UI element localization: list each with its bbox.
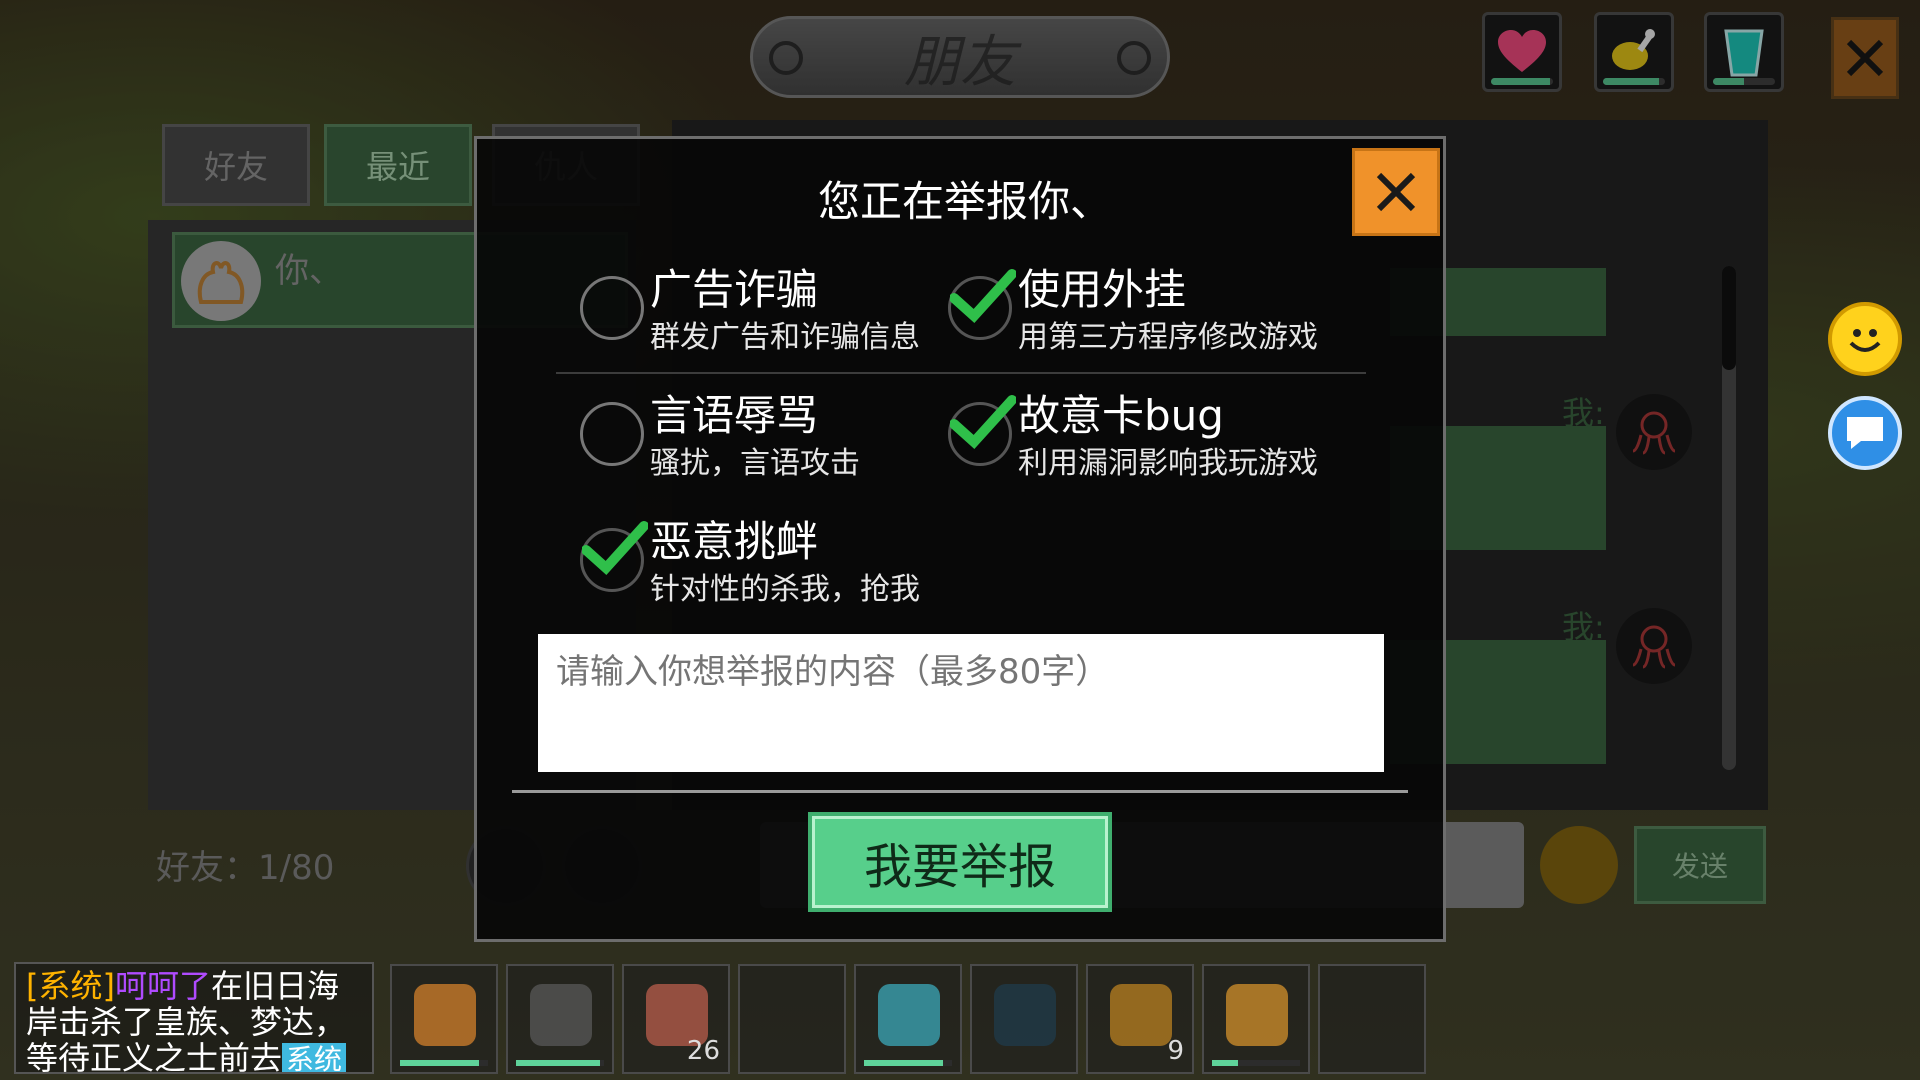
- hotbar-slot[interactable]: 26: [622, 964, 730, 1074]
- option-title: 使用外挂: [1018, 265, 1187, 314]
- divider: [512, 790, 1408, 793]
- report-option-cheating[interactable]: 使用外挂 用第三方程序修改游戏: [948, 256, 1328, 356]
- pickaxe-icon: [414, 984, 476, 1046]
- item-count: 26: [686, 1036, 720, 1066]
- durability-bar: [400, 1060, 488, 1066]
- checkmark-icon: [950, 269, 1016, 324]
- checkmark-icon: [950, 395, 1016, 450]
- option-title: 言语辱骂: [650, 391, 819, 440]
- checkmark-icon: [582, 521, 648, 576]
- report-option-verbal-abuse[interactable]: 言语辱骂 骚扰，言语攻击: [580, 382, 960, 482]
- smiley-icon[interactable]: [1828, 302, 1902, 376]
- hotbar-slot[interactable]: [854, 964, 962, 1074]
- hotbar-slot[interactable]: [1318, 964, 1426, 1074]
- option-desc: 群发广告和诈骗信息: [650, 320, 920, 355]
- hotbar-slot[interactable]: [738, 964, 846, 1074]
- submit-report-button[interactable]: 我要举报: [808, 812, 1112, 912]
- system-chat-log: [系统]呵呵了在旧日海岸击杀了皇族、梦达，等待正义之士前去 系统: [14, 962, 374, 1074]
- hotbar-slot[interactable]: [970, 964, 1078, 1074]
- submit-label: 我要举报: [863, 839, 1056, 895]
- option-checkbox[interactable]: [580, 402, 644, 466]
- spear-icon: [878, 984, 940, 1046]
- dialog-close-button[interactable]: [1352, 148, 1440, 236]
- durability-bar: [516, 1060, 604, 1066]
- divider: [556, 372, 1366, 374]
- option-desc: 用第三方程序修改游戏: [1018, 320, 1318, 355]
- hotbar-slot[interactable]: [506, 964, 614, 1074]
- hotbar-slot[interactable]: 9: [1086, 964, 1194, 1074]
- report-option-ads-fraud[interactable]: 广告诈骗 群发广告和诈骗信息: [580, 256, 960, 356]
- option-desc: 针对性的杀我，抢我: [650, 572, 920, 607]
- durability-bar: [864, 1060, 952, 1066]
- orb-icon: [994, 984, 1056, 1046]
- option-desc: 利用漏洞影响我玩游戏: [1018, 446, 1318, 481]
- chat-bubble-icon[interactable]: [1828, 396, 1902, 470]
- option-title: 恶意挑衅: [650, 517, 819, 566]
- player-name: 呵呵了: [114, 967, 211, 1005]
- durability-bar: [1212, 1060, 1300, 1066]
- axe-icon: [1226, 984, 1288, 1046]
- close-icon: [1376, 172, 1416, 212]
- item-count: 9: [1167, 1036, 1184, 1066]
- hotbar-slot[interactable]: [390, 964, 498, 1074]
- report-option-bug-exploit[interactable]: 故意卡bug 利用漏洞影响我玩游戏: [948, 382, 1328, 482]
- system-badge: 系统: [282, 1043, 347, 1072]
- option-title: 广告诈骗: [650, 265, 819, 314]
- option-desc: 骚扰，言语攻击: [650, 446, 860, 481]
- option-checkbox[interactable]: [580, 276, 644, 340]
- system-tag: [系统]: [26, 967, 115, 1005]
- acorn-icon: [1110, 984, 1172, 1046]
- report-content-input[interactable]: [538, 634, 1384, 772]
- report-option-provocation[interactable]: 恶意挑衅 针对性的杀我，抢我: [580, 508, 960, 608]
- hotbar-slot[interactable]: [1202, 964, 1310, 1074]
- dialog-title: 您正在举报你、: [818, 177, 1113, 226]
- option-title: 故意卡bug: [1018, 391, 1224, 440]
- dark-pickaxe-icon: [530, 984, 592, 1046]
